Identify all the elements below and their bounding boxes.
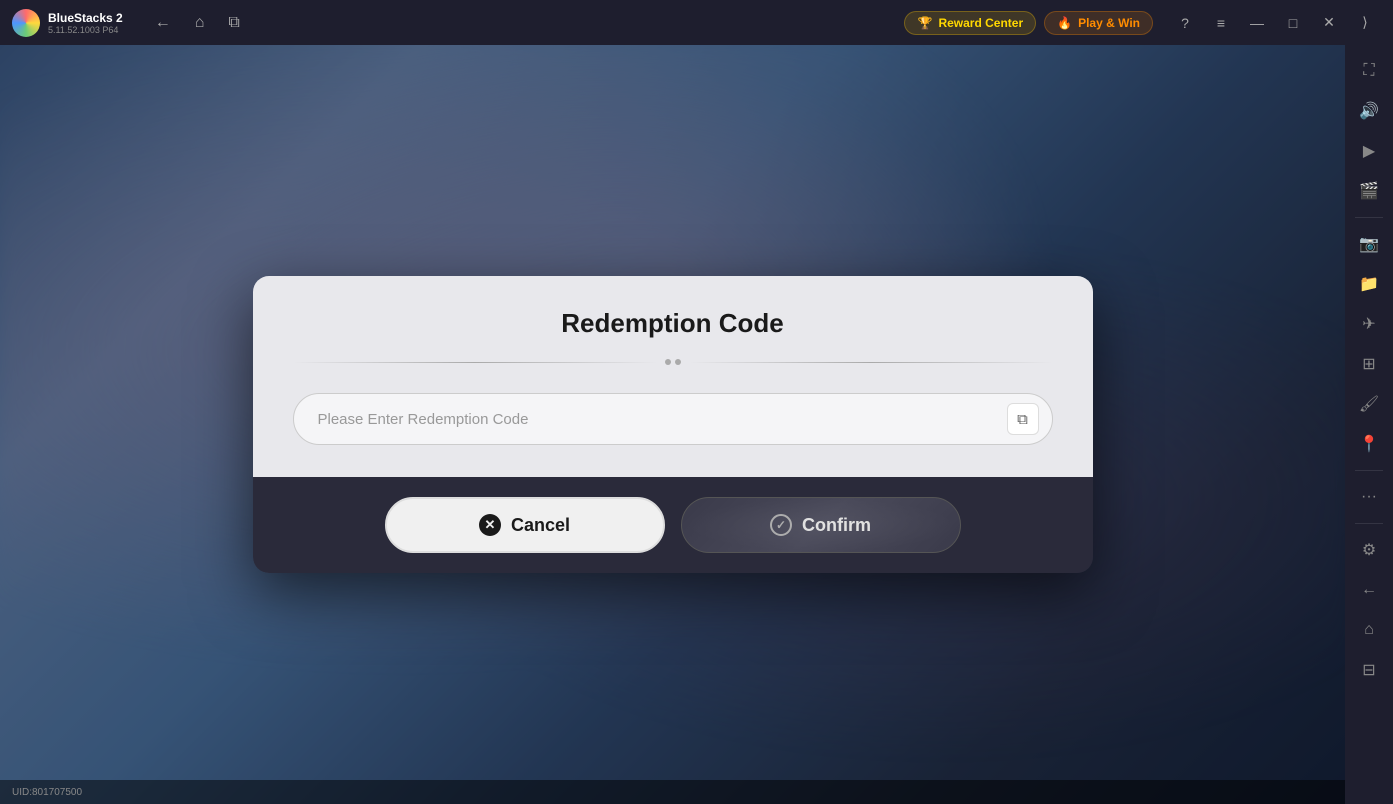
settings-icon[interactable]: ⚙ bbox=[1351, 532, 1387, 568]
main-content: Redemption Code ⧉ bbox=[0, 45, 1345, 804]
modal-title: Redemption Code bbox=[293, 308, 1053, 339]
tabs-button[interactable]: ⧉ bbox=[224, 10, 243, 36]
redemption-code-input[interactable] bbox=[293, 393, 1053, 445]
bluestacks-logo-icon bbox=[12, 9, 40, 37]
video-icon[interactable]: ▶ bbox=[1351, 133, 1387, 169]
home-button[interactable]: ⌂ bbox=[191, 10, 209, 36]
reward-center-button[interactable]: 🏆 Reward Center bbox=[904, 11, 1036, 35]
play-win-emoji: 🔥 bbox=[1057, 16, 1072, 30]
sidebar-divider-3 bbox=[1355, 523, 1383, 524]
status-bar: UID:801707500 bbox=[0, 780, 1345, 804]
maximize-button[interactable]: □ bbox=[1277, 7, 1309, 39]
location-icon[interactable]: 📍 bbox=[1351, 426, 1387, 462]
app-logo-area: BlueStacks 2 5.11.52.1003 P64 bbox=[0, 9, 135, 37]
divider-dot-1 bbox=[665, 359, 671, 365]
folder-icon[interactable]: 📁 bbox=[1351, 266, 1387, 302]
sidebar-divider-2 bbox=[1355, 470, 1383, 471]
titlebar-nav: ← ⌂ ⧉ bbox=[135, 10, 260, 36]
expand-button[interactable]: ⟩ bbox=[1349, 7, 1381, 39]
minimize-button[interactable]: — bbox=[1241, 7, 1273, 39]
right-sidebar: ⛶ 🔊 ▶ 🎬 📷 📁 ✈ ⊞ 🖌 📍 ··· ⚙ ← ⌂ ⊟ bbox=[1345, 45, 1393, 804]
cancel-label: Cancel bbox=[511, 515, 570, 536]
confirm-check-icon: ✓ bbox=[776, 518, 786, 532]
cancel-x-icon: ✕ bbox=[485, 517, 496, 533]
redemption-code-modal: Redemption Code ⧉ bbox=[253, 276, 1093, 573]
cancel-icon: ✕ bbox=[479, 514, 501, 536]
brush-icon[interactable]: 🖌 bbox=[1351, 386, 1387, 422]
volume-icon[interactable]: 🔊 bbox=[1351, 93, 1387, 129]
confirm-button[interactable]: ✓ Confirm bbox=[681, 497, 961, 553]
back-button[interactable]: ← bbox=[151, 10, 175, 36]
app-name: BlueStacks 2 bbox=[48, 11, 123, 25]
window-controls: ? ≡ — □ ✕ ⟩ bbox=[1169, 7, 1381, 39]
camera-icon[interactable]: 📷 bbox=[1351, 226, 1387, 262]
reward-center-label: Reward Center bbox=[938, 16, 1023, 30]
play-win-label: Play & Win bbox=[1078, 16, 1140, 30]
sidebar-divider-1 bbox=[1355, 217, 1383, 218]
titlebar: BlueStacks 2 5.11.52.1003 P64 ← ⌂ ⧉ 🏆 Re… bbox=[0, 0, 1393, 45]
play-win-button[interactable]: 🔥 Play & Win bbox=[1044, 11, 1153, 35]
help-button[interactable]: ? bbox=[1169, 7, 1201, 39]
app-version: 5.11.52.1003 P64 bbox=[48, 25, 123, 35]
confirm-label: Confirm bbox=[802, 515, 871, 536]
divider-line-right bbox=[689, 362, 1053, 363]
reward-center-emoji: 🏆 bbox=[917, 16, 932, 30]
resize-icon[interactable]: ⊞ bbox=[1351, 346, 1387, 382]
clipboard-icon: ⧉ bbox=[1017, 411, 1028, 428]
titlebar-right: 🏆 Reward Center 🔥 Play & Win ? ≡ — □ ✕ ⟩ bbox=[892, 7, 1393, 39]
home-nav-icon[interactable]: ⌂ bbox=[1351, 612, 1387, 648]
more-icon[interactable]: ··· bbox=[1351, 479, 1387, 515]
cancel-button[interactable]: ✕ Cancel bbox=[385, 497, 665, 553]
menu-button[interactable]: ≡ bbox=[1205, 7, 1237, 39]
screenshot-icon[interactable]: 🎬 bbox=[1351, 173, 1387, 209]
divider-line-left bbox=[293, 362, 657, 363]
modal-top: Redemption Code ⧉ bbox=[253, 276, 1093, 477]
modal-bottom: ✕ Cancel ✓ Confirm bbox=[253, 477, 1093, 573]
divider-dot-2 bbox=[675, 359, 681, 365]
back-nav-icon[interactable]: ← bbox=[1351, 572, 1387, 608]
apps-icon[interactable]: ⊟ bbox=[1351, 652, 1387, 688]
confirm-icon: ✓ bbox=[770, 514, 792, 536]
modal-overlay: Redemption Code ⧉ bbox=[0, 45, 1345, 804]
fullscreen-icon[interactable]: ⛶ bbox=[1351, 53, 1387, 89]
divider-dots bbox=[665, 359, 681, 365]
app-info: BlueStacks 2 5.11.52.1003 P64 bbox=[48, 11, 123, 35]
input-wrapper: ⧉ bbox=[293, 393, 1053, 445]
close-button[interactable]: ✕ bbox=[1313, 7, 1345, 39]
modal-divider bbox=[293, 359, 1053, 365]
clipboard-button[interactable]: ⧉ bbox=[1007, 403, 1039, 435]
airplane-icon[interactable]: ✈ bbox=[1351, 306, 1387, 342]
uid-label: UID:801707500 bbox=[12, 787, 82, 798]
